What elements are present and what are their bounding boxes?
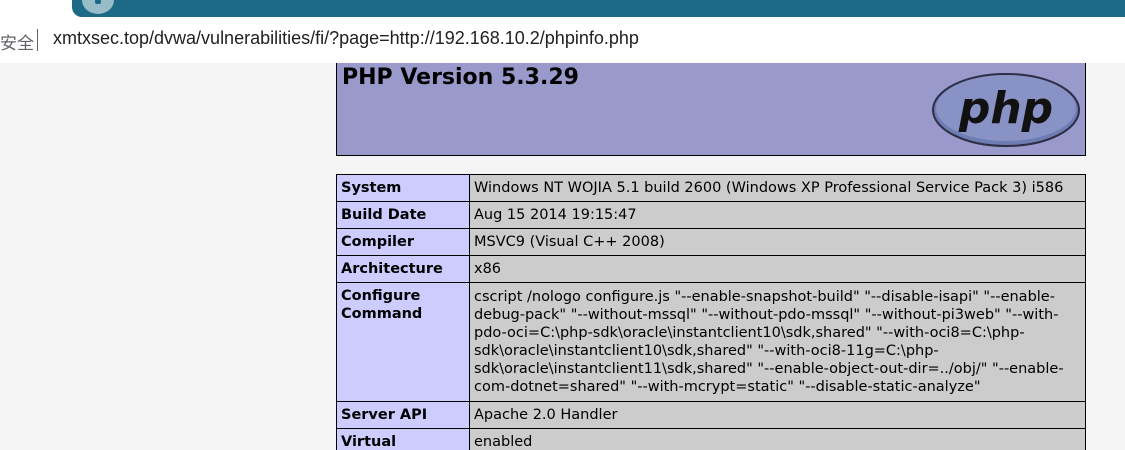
- row-key: Server API: [336, 401, 470, 429]
- address-bar[interactable]: 安全 xmtxsec.top/dvwa/vulnerabilities/fi/?…: [0, 17, 1125, 64]
- table-row: Build Date Aug 15 2014 19:15:47: [336, 201, 1086, 229]
- table-row: Compiler MSVC9 (Visual C++ 2008): [336, 228, 1086, 256]
- tab-favicon-glyph-icon: [95, 0, 101, 4]
- table-row: Architecture x86: [336, 255, 1086, 283]
- php-logo-icon[interactable]: php: [931, 72, 1081, 148]
- row-value: cscript /nologo configure.js "--enable-s…: [469, 282, 1086, 402]
- row-value: enabled: [469, 428, 1086, 450]
- row-value: Windows NT WOJIA 5.1 build 2600 (Windows…: [469, 174, 1086, 202]
- row-value: x86: [469, 255, 1086, 283]
- row-key: System: [336, 174, 470, 202]
- table-row: System Windows NT WOJIA 5.1 build 2600 (W…: [336, 174, 1086, 202]
- security-indicator[interactable]: 安全: [0, 29, 34, 54]
- page-viewport: PHP Version 5.3.29 php System Windows NT …: [0, 63, 1125, 450]
- php-logo-text: php: [958, 83, 1053, 134]
- row-key: Virtual: [336, 428, 470, 450]
- row-value: Aug 15 2014 19:15:47: [469, 201, 1086, 229]
- active-tab[interactable]: [72, 0, 1125, 17]
- row-key: Architecture: [336, 255, 470, 283]
- row-key: Compiler: [336, 228, 470, 256]
- page-title: PHP Version 5.3.29: [342, 65, 579, 90]
- table-row: Virtual enabled: [336, 428, 1086, 450]
- row-key: Build Date: [336, 201, 470, 229]
- browser-tab-bar: [0, 0, 1125, 17]
- row-key: Configure Command: [336, 282, 470, 402]
- row-value: Apache 2.0 Handler: [469, 401, 1086, 429]
- phpinfo-header: PHP Version 5.3.29 php: [336, 63, 1086, 156]
- url-text[interactable]: xmtxsec.top/dvwa/vulnerabilities/fi/?pag…: [53, 28, 639, 49]
- table-row: Server API Apache 2.0 Handler: [336, 401, 1086, 429]
- phpinfo-table: System Windows NT WOJIA 5.1 build 2600 (W…: [336, 174, 1086, 450]
- table-row: Configure Command cscript /nologo configu…: [336, 282, 1086, 402]
- address-separator: [37, 29, 38, 51]
- row-value: MSVC9 (Visual C++ 2008): [469, 228, 1086, 256]
